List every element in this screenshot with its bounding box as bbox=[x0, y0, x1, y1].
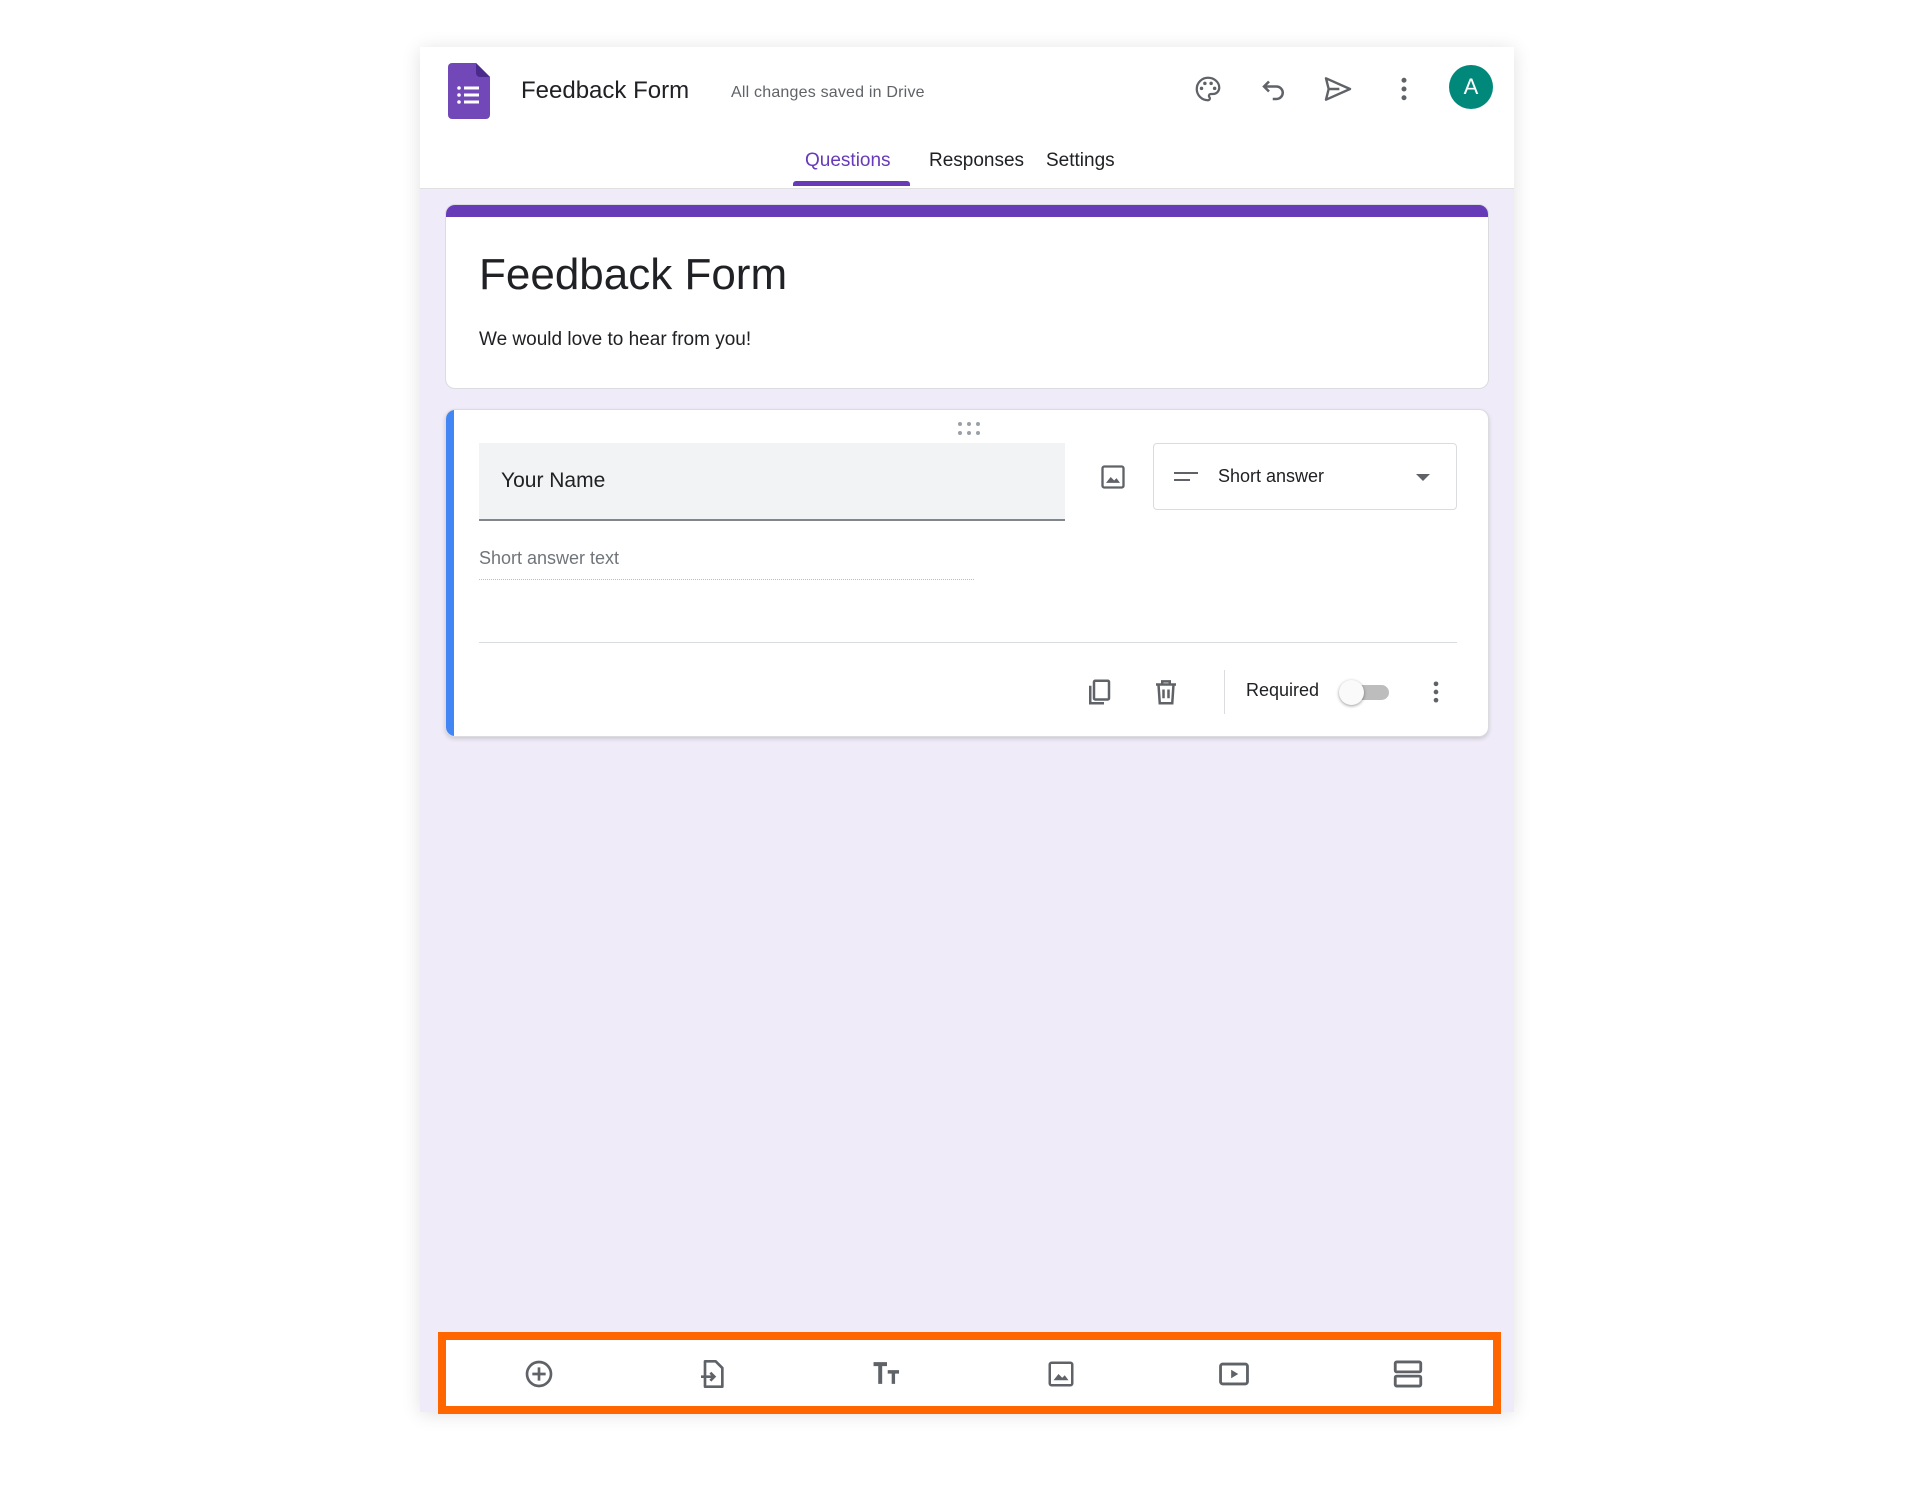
form-title-card[interactable]: Feedback Form We would love to hear from… bbox=[445, 204, 1489, 389]
question-card[interactable]: Your Name Short answer Short answer text bbox=[445, 409, 1489, 737]
required-toggle[interactable] bbox=[1339, 680, 1391, 705]
more-vert-icon[interactable] bbox=[1382, 67, 1426, 111]
form-title[interactable]: Feedback Form bbox=[479, 250, 787, 300]
question-card-accent bbox=[446, 410, 454, 736]
question-type-select[interactable]: Short answer bbox=[1153, 443, 1457, 510]
form-description[interactable]: We would love to hear from you! bbox=[479, 329, 751, 351]
tab-responses[interactable]: Responses bbox=[917, 151, 1036, 189]
tab-settings[interactable]: Settings bbox=[1034, 151, 1127, 189]
question-title-input[interactable]: Your Name bbox=[479, 443, 1065, 521]
footer-separator bbox=[1224, 670, 1225, 714]
add-image-icon[interactable] bbox=[1091, 455, 1135, 499]
editor-tabs: Questions Responses Settings bbox=[420, 147, 1514, 189]
title-card-accent bbox=[446, 205, 1488, 217]
card-divider bbox=[479, 642, 1457, 643]
short-answer-icon bbox=[1174, 471, 1198, 483]
add-question-icon[interactable] bbox=[515, 1350, 563, 1398]
add-image-icon[interactable] bbox=[1037, 1350, 1085, 1398]
required-label: Required bbox=[1246, 680, 1320, 700]
import-questions-icon[interactable] bbox=[689, 1350, 737, 1398]
add-video-icon[interactable] bbox=[1210, 1350, 1258, 1398]
add-title-icon[interactable] bbox=[863, 1350, 911, 1398]
bottom-toolbar-highlight bbox=[438, 1332, 1501, 1414]
forms-editor: Feedback Form All changes saved in Drive bbox=[420, 47, 1514, 1412]
forms-logo-icon[interactable] bbox=[448, 63, 490, 119]
delete-icon[interactable] bbox=[1146, 672, 1186, 712]
account-avatar[interactable]: A bbox=[1449, 65, 1493, 109]
add-section-icon[interactable] bbox=[1384, 1350, 1432, 1398]
drag-handle-icon[interactable] bbox=[956, 422, 982, 436]
active-tab-indicator bbox=[793, 181, 910, 186]
save-status: All changes saved in Drive bbox=[731, 84, 925, 101]
more-options-icon[interactable] bbox=[1416, 672, 1456, 712]
document-title[interactable]: Feedback Form bbox=[521, 77, 689, 105]
duplicate-icon[interactable] bbox=[1079, 672, 1119, 712]
question-type-label: Short answer bbox=[1218, 466, 1325, 486]
app-header: Feedback Form All changes saved in Drive bbox=[420, 47, 1514, 189]
bottom-toolbar bbox=[446, 1340, 1493, 1406]
undo-icon[interactable] bbox=[1252, 67, 1296, 111]
dropdown-arrow-icon bbox=[1416, 474, 1430, 481]
short-answer-preview: Short answer text bbox=[479, 548, 974, 580]
palette-icon[interactable] bbox=[1186, 67, 1230, 111]
send-icon[interactable] bbox=[1316, 67, 1360, 111]
